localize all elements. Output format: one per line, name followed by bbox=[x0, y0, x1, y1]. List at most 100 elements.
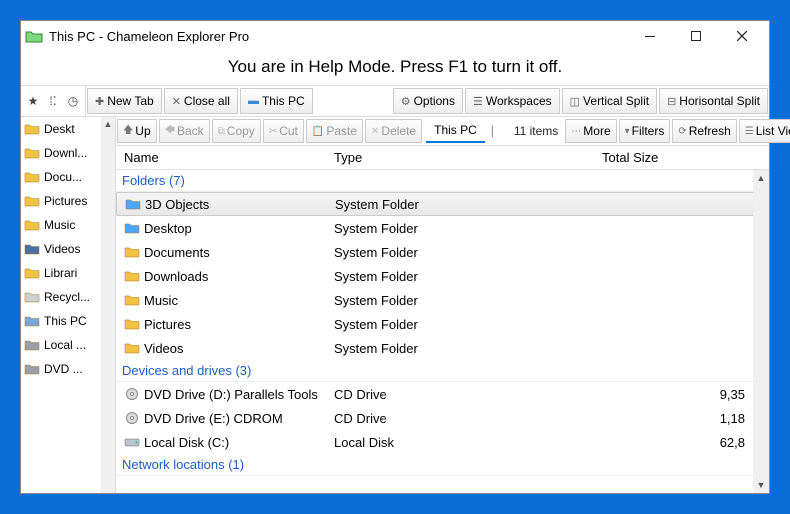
folder-icon bbox=[24, 338, 40, 352]
delete-button[interactable]: ✕Delete bbox=[365, 119, 422, 143]
group-header[interactable]: Network locations (1) bbox=[116, 454, 769, 476]
table-row[interactable]: DVD Drive (D:) Parallels ToolsCD Drive9,… bbox=[116, 382, 769, 406]
window-title: This PC - Chameleon Explorer Pro bbox=[49, 29, 627, 44]
close-all-button[interactable]: ✕Close all bbox=[164, 88, 238, 114]
folder-icon bbox=[24, 290, 40, 304]
item-count: 11 items bbox=[508, 124, 564, 138]
table-row[interactable]: Pictures System Folder bbox=[116, 312, 769, 336]
item-icon bbox=[124, 387, 140, 401]
vertical-split-button[interactable]: ◫Vertical Split bbox=[562, 88, 657, 114]
scroll-up-icon[interactable]: ▲ bbox=[101, 117, 115, 131]
close-button[interactable] bbox=[719, 21, 765, 51]
item-size: 62,8 bbox=[602, 435, 769, 450]
folder-icon bbox=[24, 122, 40, 136]
back-button[interactable]: 🡄Back bbox=[159, 119, 210, 143]
folder-icon bbox=[24, 146, 40, 160]
action-toolbar: 🡅Up 🡄Back ⧉Copy ✂Cut 📋Paste ✕Delete This… bbox=[116, 117, 769, 146]
file-listing: Folders (7)3D ObjectsSystem FolderDeskto… bbox=[116, 170, 769, 493]
dots-icon: ⋯ bbox=[571, 126, 581, 137]
item-type: System Folder bbox=[334, 341, 602, 356]
header-name[interactable]: Name bbox=[116, 150, 334, 165]
sidebar-item-label: Videos bbox=[44, 242, 80, 256]
horizontal-split-button[interactable]: ⊟Horisontal Split bbox=[659, 88, 768, 114]
new-tab-button[interactable]: ✚New Tab bbox=[87, 88, 162, 114]
scroll-up-icon[interactable]: ▲ bbox=[753, 170, 769, 186]
table-row[interactable]: DocumentsSystem Folder bbox=[116, 240, 769, 264]
folder-icon bbox=[24, 194, 40, 208]
table-row[interactable]: MusicSystem Folder bbox=[116, 288, 769, 312]
vsplit-icon: ◫ bbox=[570, 95, 580, 108]
item-type: CD Drive bbox=[334, 387, 602, 402]
titlebar: This PC - Chameleon Explorer Pro bbox=[21, 21, 769, 51]
folder-icon bbox=[24, 314, 40, 328]
minimize-button[interactable] bbox=[627, 21, 673, 51]
header-type[interactable]: Type bbox=[334, 150, 602, 165]
item-name: DVD Drive (E:) CDROM bbox=[144, 411, 283, 426]
item-type: System Folder bbox=[334, 317, 602, 332]
item-icon bbox=[124, 435, 140, 449]
sidebar-item-label: Recycl... bbox=[44, 290, 90, 304]
item-type: CD Drive bbox=[334, 411, 602, 426]
copy-button[interactable]: ⧉Copy bbox=[212, 119, 261, 143]
content-panel: 🡅Up 🡄Back ⧉Copy ✂Cut 📋Paste ✕Delete This… bbox=[116, 117, 769, 493]
item-name: DVD Drive (D:) Parallels Tools bbox=[144, 387, 318, 402]
pc-icon: ▬ bbox=[248, 95, 259, 107]
cut-icon: ✂ bbox=[269, 126, 277, 137]
up-button[interactable]: 🡅Up bbox=[117, 119, 157, 143]
table-row[interactable]: Desktop System Folder bbox=[116, 216, 769, 240]
more-button[interactable]: ⋯More bbox=[565, 119, 616, 143]
item-icon bbox=[125, 197, 141, 211]
group-header[interactable]: Devices and drives (3) bbox=[116, 360, 769, 382]
item-name: Desktop bbox=[144, 221, 192, 236]
delete-icon: ✕ bbox=[371, 126, 379, 137]
sidebar-item-label: Deskt bbox=[44, 122, 75, 136]
current-tab[interactable]: This PC bbox=[426, 119, 485, 143]
table-row[interactable]: DVD Drive (E:) CDROMCD Drive1,18 bbox=[116, 406, 769, 430]
item-icon bbox=[124, 221, 140, 235]
scroll-down-icon[interactable]: ▼ bbox=[753, 477, 769, 493]
item-type: System Folder bbox=[334, 269, 602, 284]
group-header[interactable]: Folders (7) bbox=[116, 170, 769, 192]
table-row[interactable]: 3D ObjectsSystem Folder bbox=[116, 192, 769, 216]
folder-icon bbox=[24, 362, 40, 376]
maximize-button[interactable] bbox=[673, 21, 719, 51]
table-row[interactable]: Local Disk (C:)Local Disk62,8 bbox=[116, 430, 769, 454]
top-toolbar: ★ ⁞⁚ ◷ ✚New Tab ✕Close all ▬This PC ⚙Opt… bbox=[21, 85, 769, 117]
sidebar-item-label: DVD ... bbox=[44, 362, 83, 376]
folder-icon bbox=[24, 218, 40, 232]
content-scrollbar[interactable]: ▲ ▼ bbox=[753, 170, 769, 493]
filter-icon: ▾ bbox=[625, 126, 630, 137]
list-icon: ☰ bbox=[745, 126, 754, 137]
options-button[interactable]: ⚙Options bbox=[393, 88, 463, 114]
item-type: System Folder bbox=[334, 221, 602, 236]
refresh-button[interactable]: ⟳Refresh bbox=[672, 119, 736, 143]
table-row[interactable]: DownloadsSystem Folder bbox=[116, 264, 769, 288]
stack-icon: ☰ bbox=[473, 95, 483, 108]
item-name: Music bbox=[144, 293, 178, 308]
item-name: Pictures bbox=[144, 317, 191, 332]
sidebar-item-label: Librari bbox=[44, 266, 77, 280]
folder-icon bbox=[24, 170, 40, 184]
filters-button[interactable]: ▾Filters bbox=[619, 119, 671, 143]
mini-tabs: ★ ⁞⁚ ◷ bbox=[21, 86, 86, 116]
clock-icon[interactable]: ◷ bbox=[63, 90, 83, 112]
help-banner: You are in Help Mode. Press F1 to turn i… bbox=[21, 51, 769, 85]
header-size[interactable]: Total Size bbox=[602, 150, 769, 165]
item-icon bbox=[124, 269, 140, 283]
star-icon[interactable]: ★ bbox=[23, 90, 43, 112]
table-row[interactable]: VideosSystem Folder bbox=[116, 336, 769, 360]
sidebar-scrollbar[interactable]: ▲ bbox=[101, 117, 115, 493]
this-pc-button[interactable]: ▬This PC bbox=[240, 88, 313, 114]
list-view-button[interactable]: ☰List View bbox=[739, 119, 790, 143]
plus-icon: ✚ bbox=[95, 95, 104, 108]
tree-icon[interactable]: ⁞⁚ bbox=[43, 90, 63, 112]
app-window: This PC - Chameleon Explorer Pro You are… bbox=[20, 20, 770, 494]
paste-button[interactable]: 📋Paste bbox=[306, 119, 363, 143]
item-type: System Folder bbox=[334, 245, 602, 260]
copy-icon: ⧉ bbox=[218, 126, 225, 137]
sidebar-item-label: Downl... bbox=[44, 146, 87, 160]
workspaces-button[interactable]: ☰Workspaces bbox=[465, 88, 560, 114]
sidebar-item-label: Music bbox=[44, 218, 75, 232]
item-type: Local Disk bbox=[334, 435, 602, 450]
cut-button[interactable]: ✂Cut bbox=[263, 119, 304, 143]
